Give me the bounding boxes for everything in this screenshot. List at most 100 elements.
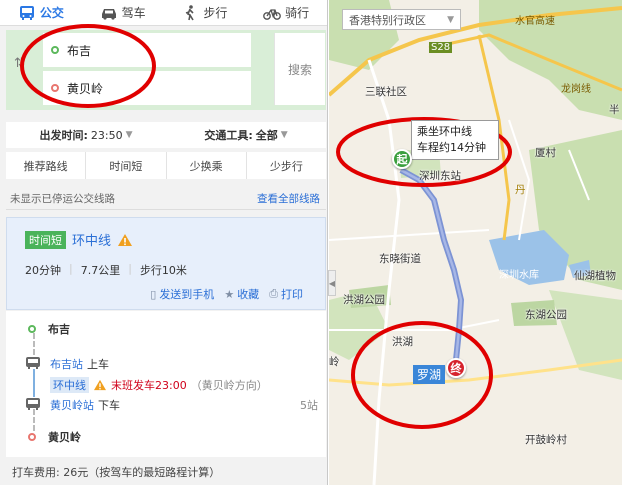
destination-field[interactable]: 黄贝岭	[43, 71, 251, 105]
alight-action: 下车	[98, 399, 120, 412]
collapse-panel-handle[interactable]: ◀	[328, 270, 336, 296]
map-label-ling: 岭	[329, 356, 340, 368]
map-canvas[interactable]	[329, 0, 622, 485]
step-start: 布吉	[28, 321, 70, 337]
map-label-luohu: 罗湖	[413, 365, 446, 384]
map-label-s28: S28	[429, 42, 453, 53]
route-tooltip: 乘坐环中线 车程约14分钟	[411, 120, 499, 160]
divider: |	[128, 262, 132, 275]
bus-icon	[26, 398, 40, 410]
notice-text: 未显示已停运公交线路	[10, 193, 115, 205]
send-to-phone-label: 发送到手机	[159, 288, 215, 301]
board-station-link[interactable]: 布吉站	[50, 356, 83, 372]
bus-icon	[19, 5, 34, 20]
depart-time-label: 出发时间:	[39, 129, 88, 142]
sort-shortest-time[interactable]: 时间短	[86, 152, 167, 179]
tab-bike[interactable]: 骑行	[245, 0, 327, 25]
route-filters: 出发时间: 23:50 ▼ 交通工具: 全部 ▼	[6, 122, 326, 148]
print-button[interactable]: ⎙ 打印	[269, 286, 303, 302]
step-line: 环中线 末班发车23:00 （黄贝岭方向）	[50, 377, 268, 393]
transport-tool-value: 全部	[255, 129, 278, 142]
map-label-hongtu: 洪湖	[392, 336, 413, 348]
depart-time-select[interactable]: 出发时间: 23:50 ▼	[6, 127, 166, 143]
tooltip-line1: 乘坐环中线	[417, 125, 472, 138]
favorite-label: 收藏	[237, 288, 260, 301]
sort-recommended[interactable]: 推荐路线	[6, 152, 87, 179]
map-label-shuiguan: 水官高速	[515, 16, 555, 27]
plan-stats: 20分钟 | 7.7公里 | 步行10米	[25, 262, 187, 278]
destination-value: 黄贝岭	[67, 81, 104, 96]
phone-icon: ▯	[150, 287, 157, 301]
map-label-dongxiao: 东晓街道	[379, 253, 421, 265]
bus-connector	[33, 369, 35, 397]
tab-car[interactable]: 驾车	[82, 0, 164, 25]
map-label-reservoir: 深圳水库	[499, 270, 539, 281]
map-label-xianhu: 仙湖植物	[574, 270, 616, 282]
plan-actions: ▯ 发送到手机 ★ 收藏 ⎙ 打印	[150, 286, 303, 302]
step-start-name: 布吉	[48, 323, 70, 336]
favorite-button[interactable]: ★ 收藏	[224, 286, 259, 302]
chevron-down-icon: ▼	[125, 130, 133, 140]
plan-header: 时间短 环中线	[25, 230, 133, 249]
step-alight: 黄贝岭站 下车	[50, 397, 120, 413]
divider: |	[69, 262, 73, 275]
tab-bus-label: 公交	[39, 6, 64, 20]
end-dot-icon	[28, 433, 36, 441]
tab-car-label: 驾车	[121, 6, 146, 20]
last-bus-time: 末班发车23:00	[111, 379, 187, 392]
plan-line-name[interactable]: 环中线	[72, 230, 111, 249]
transport-tool-select[interactable]: 交通工具: 全部 ▼	[166, 127, 326, 143]
line-direction: （黄贝岭方向）	[190, 379, 268, 392]
start-dot-icon	[28, 325, 36, 333]
plan-walk: 步行10米	[139, 264, 187, 277]
step-board: 布吉站 上车	[50, 356, 109, 372]
board-action: 上车	[87, 358, 109, 371]
route-plan-card[interactable]: 时间短 环中线 20分钟 | 7.7公里 | 步行10米 ▯ 发送到手机 ★ 收藏 …	[6, 217, 326, 310]
map-label-shenzhen-east: 深圳东站	[419, 170, 461, 182]
plan-distance: 7.7公里	[80, 264, 121, 277]
map-label-donghu: 东湖公园	[525, 309, 567, 321]
depart-time-value: 23:50	[90, 128, 123, 142]
tab-bus[interactable]: 公交	[0, 0, 82, 25]
region-value: 香港特别行政区	[349, 13, 426, 27]
search-button[interactable]: 搜索	[274, 33, 325, 105]
walk-icon	[186, 4, 195, 20]
sort-options: 推荐路线 时间短 少换乘 少步行	[6, 152, 326, 179]
map-label-hongshan: 洪湖公园	[343, 294, 385, 306]
sort-least-walking[interactable]: 少步行	[247, 152, 326, 179]
bike-icon	[263, 8, 282, 20]
walk-connector	[33, 409, 35, 431]
travel-mode-tabs: 公交 驾车 步行 骑行	[0, 0, 327, 26]
stop-count: 5站	[300, 399, 318, 412]
map-label-sanlian: 三联社区	[365, 86, 407, 98]
transport-tool-label: 交通工具:	[204, 129, 253, 142]
origin-dot-icon	[51, 46, 59, 54]
swap-direction-icon[interactable]: ⇅	[14, 56, 25, 71]
step-end-name: 黄贝岭	[48, 431, 81, 444]
tab-bike-label: 骑行	[285, 6, 310, 20]
map-label-longgang: 龙岗线	[561, 84, 591, 95]
send-to-phone-button[interactable]: ▯ 发送到手机	[150, 286, 214, 302]
view-all-lines-link[interactable]: 查看全部线路	[257, 191, 320, 206]
end-pin[interactable]: 终	[446, 358, 466, 378]
step-end: 黄贝岭	[28, 429, 81, 445]
line-chip[interactable]: 环中线	[50, 377, 89, 393]
map-view[interactable]: 香港特别行政区 ▼ ◀ 水官高速 S28 龙岗线 三联社区 深圳东站 厦村 东晓…	[328, 0, 622, 485]
tooltip-line2: 车程约14分钟	[417, 141, 486, 154]
sort-fewest-transfers[interactable]: 少换乘	[167, 152, 247, 179]
warning-icon	[118, 233, 133, 246]
tab-walk[interactable]: 步行	[164, 0, 246, 25]
map-label-kaigu: 开鼓岭村	[525, 434, 567, 446]
region-select[interactable]: 香港特别行政区 ▼	[342, 9, 461, 30]
plan-tag: 时间短	[25, 230, 66, 249]
start-pin[interactable]: 起	[392, 149, 412, 169]
origin-value: 布吉	[67, 43, 92, 58]
destination-dot-icon	[51, 84, 59, 92]
tab-walk-label: 步行	[203, 6, 228, 20]
route-panel: 公交 驾车 步行 骑行 ⇅ 布吉 黄贝岭 搜索 出发时间: 23:50 ▼ 交通…	[0, 0, 328, 485]
plan-duration: 20分钟	[25, 264, 61, 277]
print-label: 打印	[281, 288, 303, 301]
origin-field[interactable]: 布吉	[43, 33, 251, 67]
map-label-xiamei: 厦村	[535, 147, 556, 159]
alight-station-link[interactable]: 黄贝岭站	[50, 397, 94, 413]
